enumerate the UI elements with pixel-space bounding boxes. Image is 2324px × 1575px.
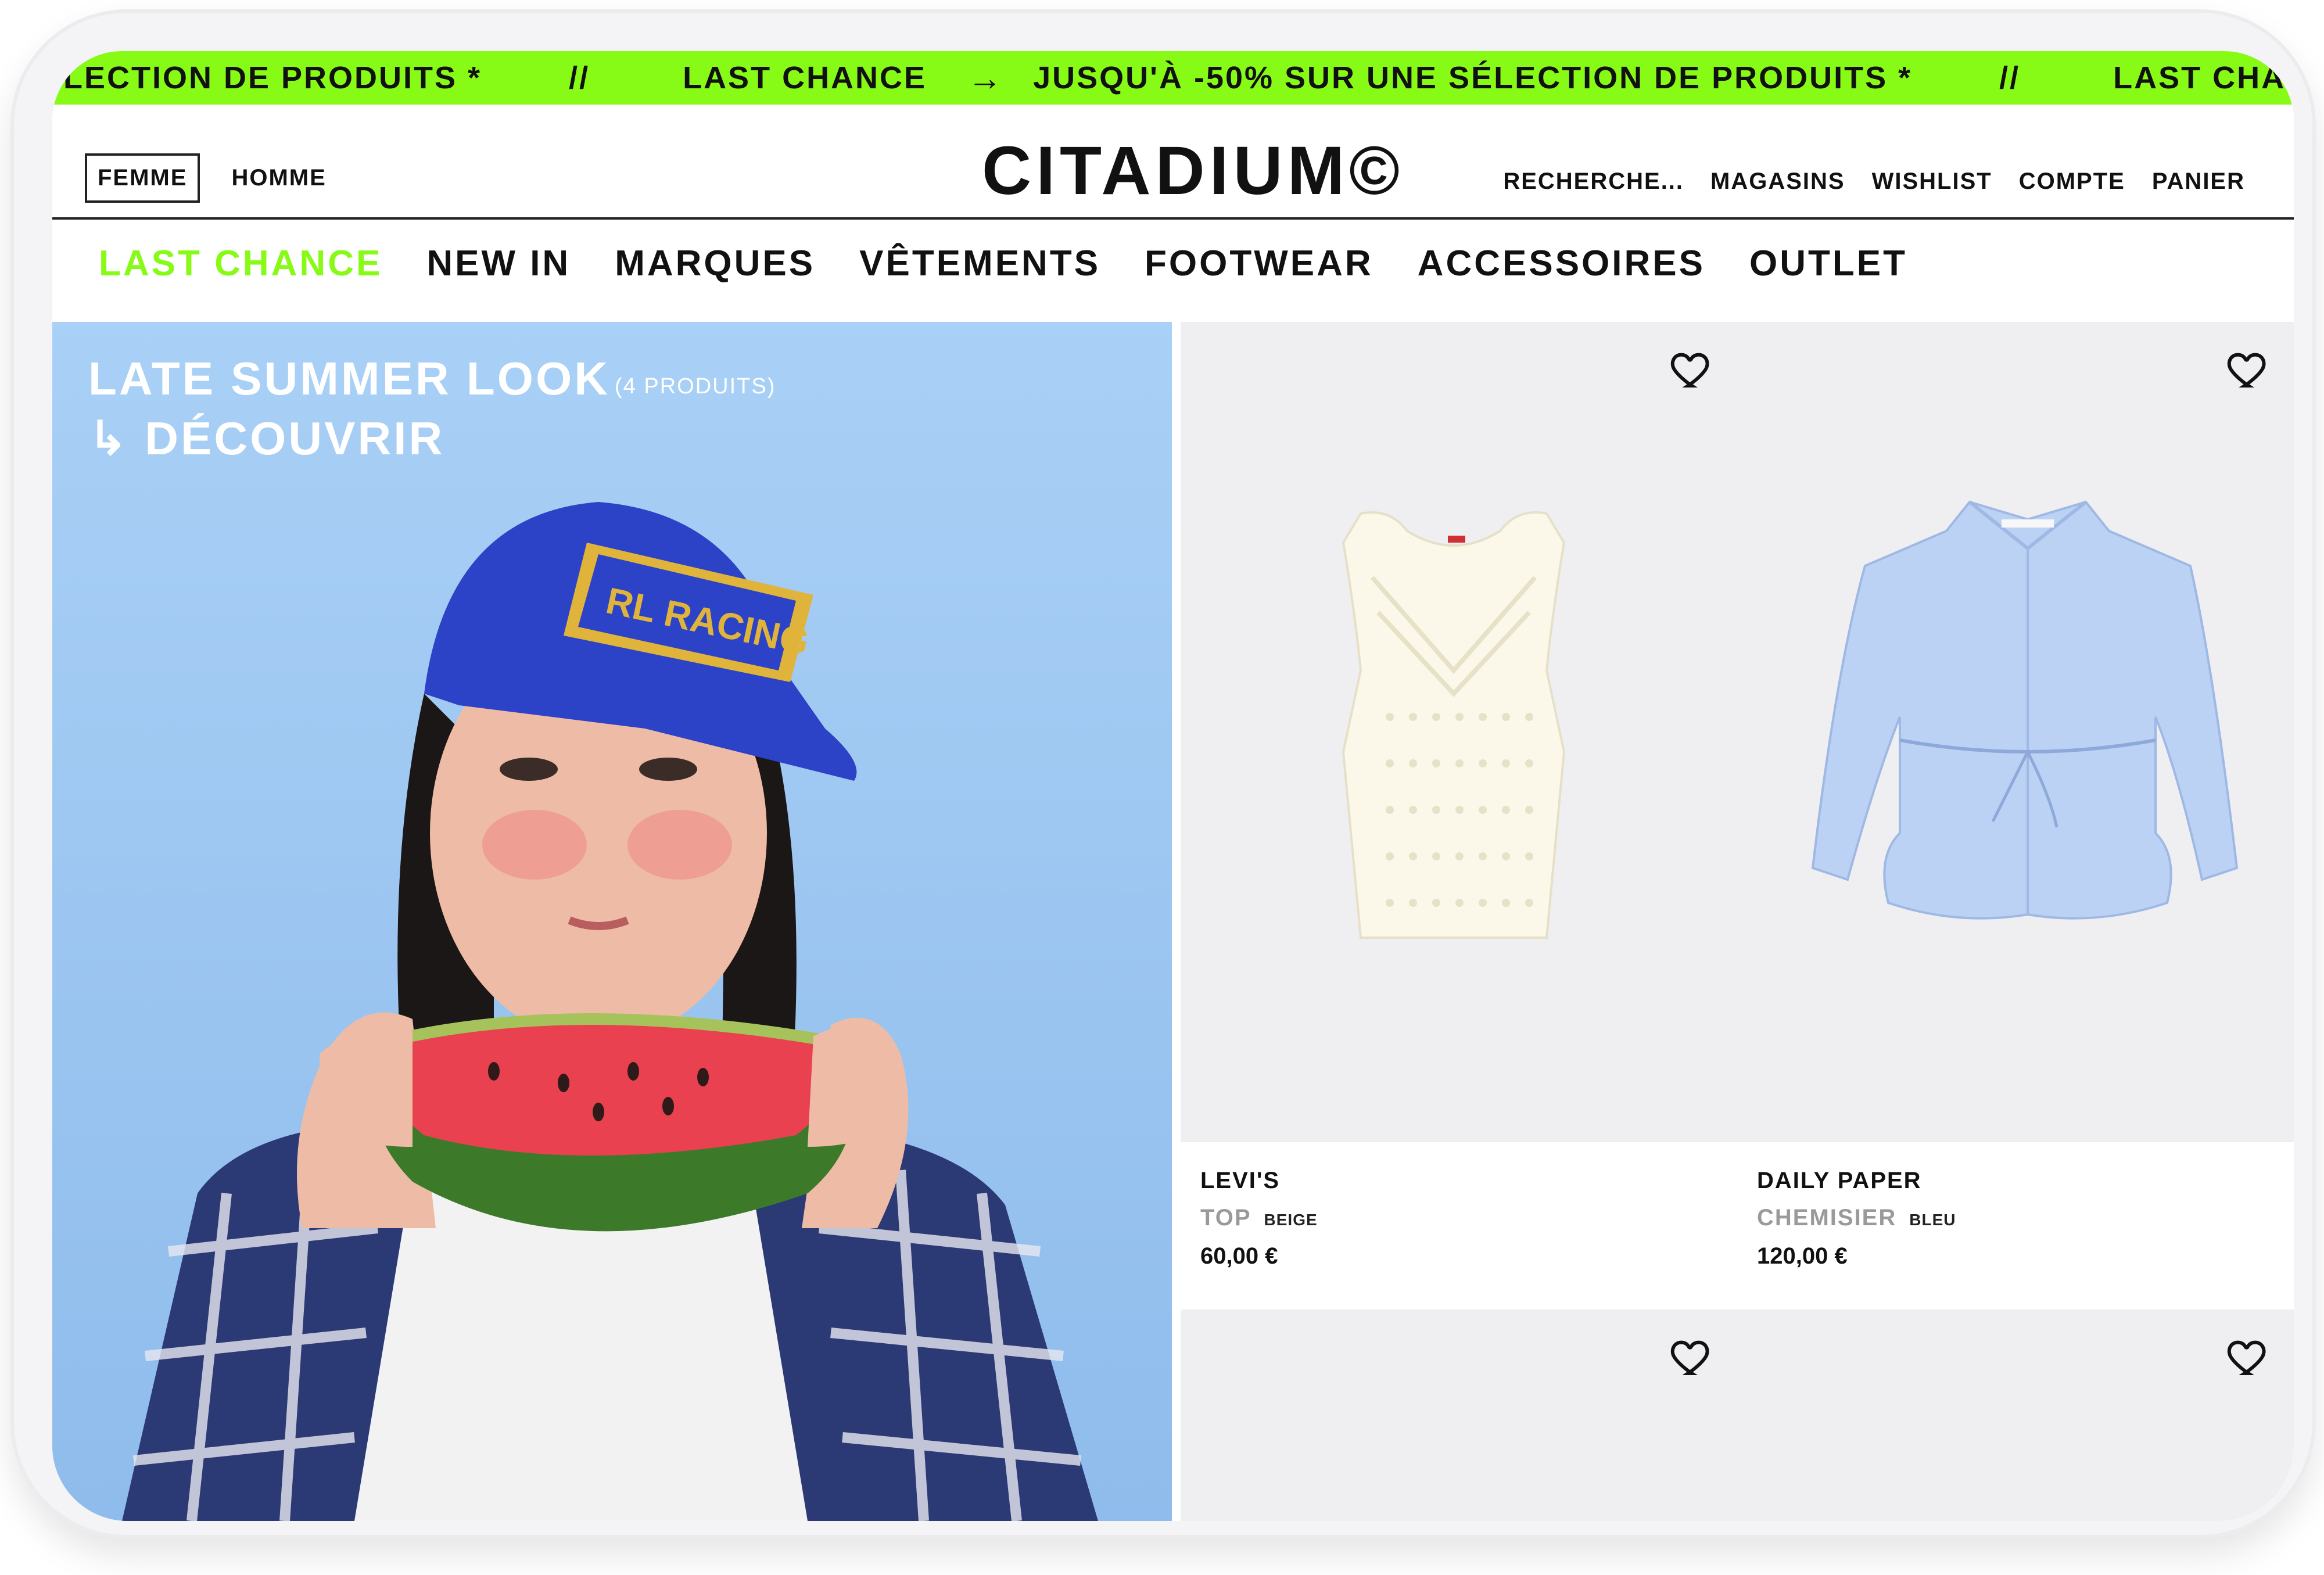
- hero-product-count: (4 PRODUITS): [615, 374, 776, 399]
- marquee-item: LAST CHANCE: [683, 60, 927, 95]
- heart-icon[interactable]: [1669, 345, 1715, 392]
- product-type: CHEMISIER BLEU: [1757, 1205, 1956, 1231]
- product-type-label: CHEMISIER: [1757, 1205, 1897, 1230]
- product-color: BLEU: [1909, 1211, 1956, 1229]
- product-info-daily-paper[interactable]: DAILY PAPER CHEMISIER BLEU 120,00 €: [1737, 1142, 2294, 1309]
- product-image-shirt: [1811, 500, 2239, 920]
- search-link[interactable]: RECHERCHE...: [1503, 168, 1684, 195]
- utility-nav: RECHERCHE... MAGASINS WISHLIST COMPTE PA…: [1503, 168, 2245, 195]
- product-type: TOP BEIGE: [1200, 1205, 1318, 1231]
- hero-photo: RL RACING: [52, 322, 1172, 1521]
- hero-title: LATE SUMMER LOOK: [88, 353, 611, 404]
- tablet-frame: ÉLECTION DE PRODUITS * // LAST CHANCE → …: [10, 9, 2316, 1538]
- cart-link[interactable]: PANIER: [2152, 168, 2245, 195]
- product-card[interactable]: [1181, 1309, 1737, 1521]
- heart-icon[interactable]: [2225, 1333, 2272, 1379]
- nav-last-chance[interactable]: LAST CHANCE: [99, 243, 382, 284]
- marquee-item: JUSQU'À -50% SUR UNE SÉLECTION DE PRODUI…: [1033, 60, 1913, 95]
- product-brand: LEVI'S: [1200, 1168, 1281, 1193]
- arrow-right-icon: →: [967, 58, 1005, 98]
- product-card-daily-paper[interactable]: [1737, 322, 2294, 1142]
- nav-marques[interactable]: MARQUES: [615, 243, 815, 284]
- hero-banner[interactable]: RL RACING LATE SUMMER LOOK (4 PRODUITS): [52, 322, 1172, 1521]
- product-brand: DAILY PAPER: [1757, 1168, 1922, 1193]
- product-card-levis[interactable]: [1181, 322, 1737, 1142]
- product-price: 120,00 €: [1757, 1243, 1848, 1269]
- tab-homme[interactable]: HOMME: [221, 156, 336, 200]
- site-header: FEMME HOMME CITADIUM© RECHERCHE... MAGAS…: [52, 105, 2294, 220]
- tab-femme[interactable]: FEMME: [85, 153, 200, 203]
- category-nav: LAST CHANCE NEW IN MARQUES VÊTEMENTS FOO…: [99, 243, 1907, 284]
- gender-switch: FEMME HOMME: [85, 153, 337, 203]
- heart-icon[interactable]: [1669, 1333, 1715, 1379]
- heart-icon[interactable]: [2225, 345, 2272, 392]
- product-price: 60,00 €: [1200, 1243, 1278, 1269]
- marquee-item: //: [569, 60, 590, 95]
- site-logo[interactable]: CITADIUM©: [982, 131, 1400, 210]
- stores-link[interactable]: MAGASINS: [1710, 168, 1845, 195]
- product-color: BEIGE: [1264, 1211, 1318, 1229]
- product-info-levis[interactable]: LEVI'S TOP BEIGE 60,00 €: [1181, 1142, 1737, 1309]
- marquee-item: ÉLECTION DE PRODUITS *: [52, 60, 482, 95]
- wishlist-link[interactable]: WISHLIST: [1872, 168, 1992, 195]
- nav-vetements[interactable]: VÊTEMENTS: [859, 243, 1100, 284]
- nav-outlet[interactable]: OUTLET: [1749, 243, 1907, 284]
- nav-new-in[interactable]: NEW IN: [426, 243, 571, 284]
- marquee-item: LAST CHANCE: [2113, 60, 2294, 95]
- promo-marquee[interactable]: ÉLECTION DE PRODUITS * // LAST CHANCE → …: [52, 51, 2294, 105]
- nav-accessoires[interactable]: ACCESSOIRES: [1418, 243, 1705, 284]
- product-image-top: [1342, 511, 1566, 939]
- browser-screen: ÉLECTION DE PRODUITS * // LAST CHANCE → …: [52, 51, 2294, 1521]
- marquee-item: //: [1999, 60, 2021, 95]
- account-link[interactable]: COMPTE: [2019, 168, 2125, 195]
- hero-discover-link[interactable]: ↳ DÉCOUVRIR: [88, 411, 444, 465]
- product-card[interactable]: [1737, 1309, 2294, 1521]
- nav-footwear[interactable]: FOOTWEAR: [1145, 243, 1373, 284]
- product-type-label: TOP: [1200, 1205, 1251, 1230]
